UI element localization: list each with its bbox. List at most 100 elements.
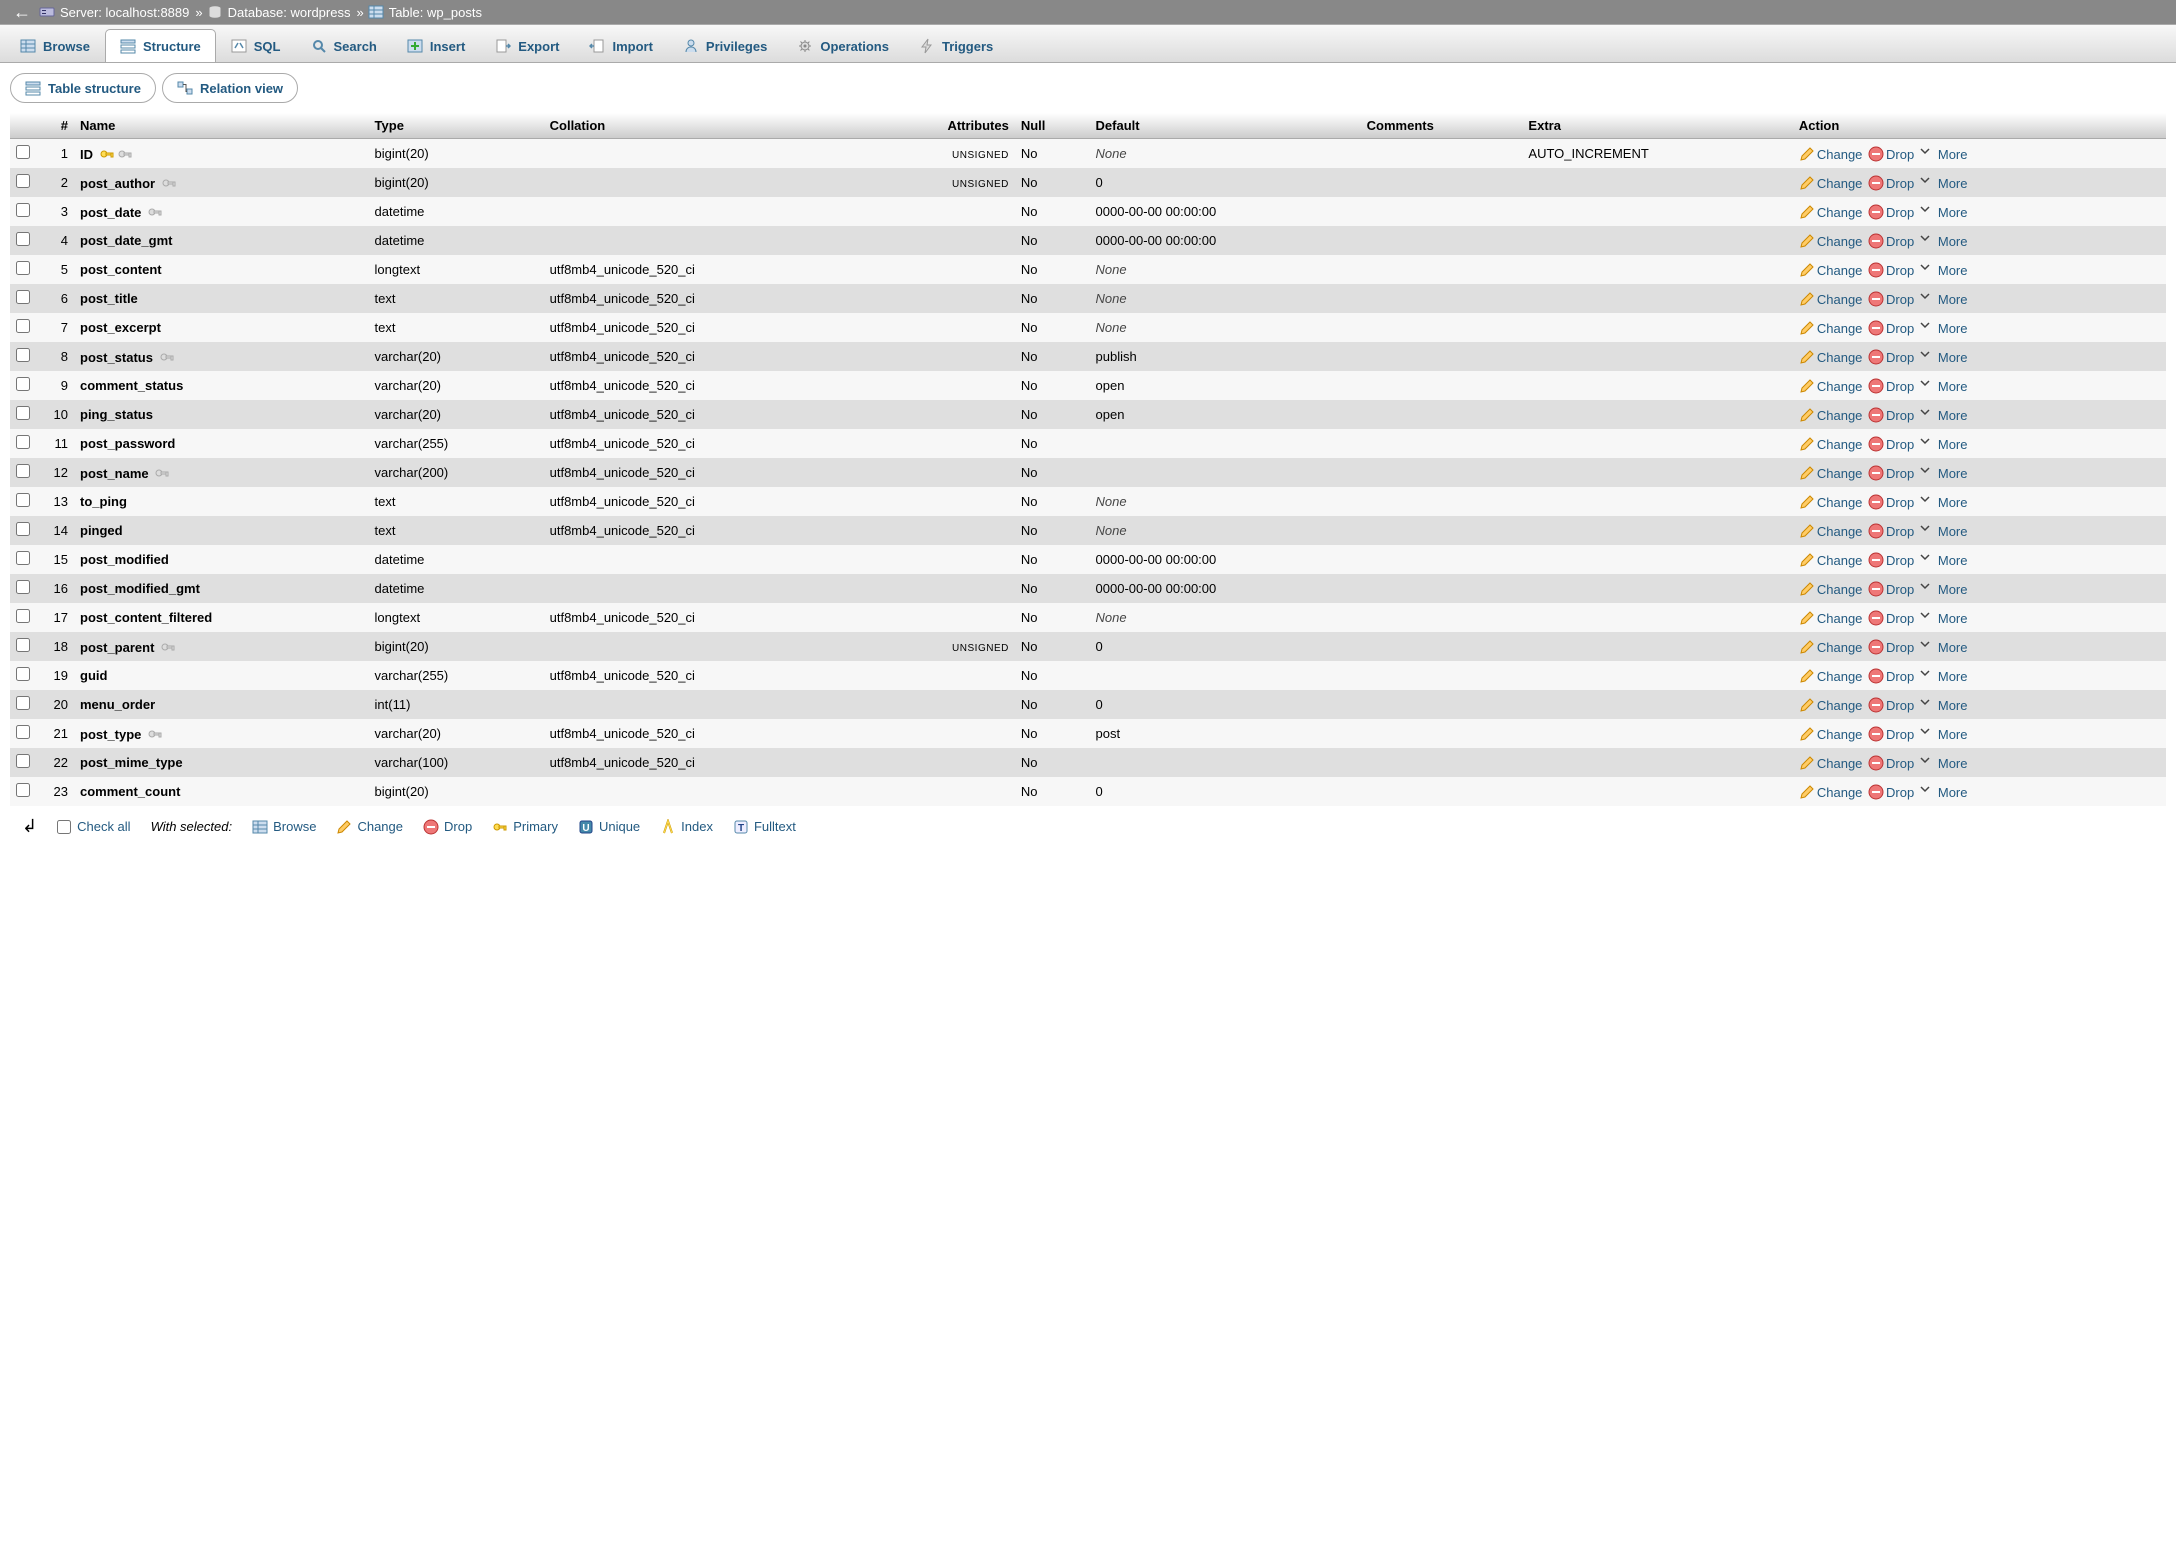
col-name[interactable]: post_status [74, 342, 369, 371]
row-checkbox[interactable] [16, 435, 30, 449]
more-link[interactable]: More [1920, 263, 1968, 278]
th-extra[interactable]: Extra [1522, 113, 1792, 139]
col-name[interactable]: post_parent [74, 632, 369, 661]
more-link[interactable]: More [1920, 176, 1968, 191]
row-checkbox[interactable] [16, 203, 30, 217]
drop-link[interactable]: Drop [1868, 379, 1914, 394]
change-link[interactable]: Change [1799, 669, 1863, 684]
change-link[interactable]: Change [1799, 727, 1863, 742]
col-name[interactable]: post_excerpt [74, 313, 369, 342]
drop-link[interactable]: Drop [1868, 669, 1914, 684]
row-checkbox[interactable] [16, 522, 30, 536]
footer-change[interactable]: Change [336, 819, 403, 835]
change-link[interactable]: Change [1799, 640, 1863, 655]
col-name[interactable]: post_mime_type [74, 748, 369, 777]
row-checkbox[interactable] [16, 493, 30, 507]
more-link[interactable]: More [1920, 205, 1968, 220]
col-name[interactable]: comment_count [74, 777, 369, 806]
change-link[interactable]: Change [1799, 234, 1863, 249]
change-link[interactable]: Change [1799, 408, 1863, 423]
row-checkbox[interactable] [16, 145, 30, 159]
col-name[interactable]: pinged [74, 516, 369, 545]
tab-search[interactable]: Search [296, 29, 392, 62]
more-link[interactable]: More [1920, 698, 1968, 713]
back-button[interactable]: ← [5, 2, 39, 23]
change-link[interactable]: Change [1799, 147, 1863, 162]
col-name[interactable]: post_author [74, 168, 369, 197]
row-checkbox[interactable] [16, 783, 30, 797]
footer-index[interactable]: Index [660, 819, 713, 835]
drop-link[interactable]: Drop [1868, 466, 1914, 481]
more-link[interactable]: More [1920, 234, 1968, 249]
th-name[interactable]: Name [74, 113, 369, 139]
more-link[interactable]: More [1920, 640, 1968, 655]
subtab-table-structure[interactable]: Table structure [10, 73, 156, 103]
subtab-relation-view[interactable]: Relation view [162, 73, 298, 103]
drop-link[interactable]: Drop [1868, 495, 1914, 510]
drop-link[interactable]: Drop [1868, 524, 1914, 539]
col-name[interactable]: menu_order [74, 690, 369, 719]
change-link[interactable]: Change [1799, 698, 1863, 713]
breadcrumb-database[interactable]: Database: wordpress [226, 5, 353, 20]
th-comments[interactable]: Comments [1361, 113, 1523, 139]
row-checkbox[interactable] [16, 261, 30, 275]
col-name[interactable]: to_ping [74, 487, 369, 516]
more-link[interactable]: More [1920, 147, 1968, 162]
breadcrumb-table[interactable]: Table: wp_posts [387, 5, 484, 20]
row-checkbox[interactable] [16, 377, 30, 391]
footer-fulltext[interactable]: T Fulltext [733, 819, 796, 835]
change-link[interactable]: Change [1799, 495, 1863, 510]
change-link[interactable]: Change [1799, 176, 1863, 191]
row-checkbox[interactable] [16, 551, 30, 565]
col-name[interactable]: post_type [74, 719, 369, 748]
more-link[interactable]: More [1920, 437, 1968, 452]
row-checkbox[interactable] [16, 667, 30, 681]
row-checkbox[interactable] [16, 232, 30, 246]
check-all[interactable]: Check all [57, 819, 130, 834]
change-link[interactable]: Change [1799, 582, 1863, 597]
tab-browse[interactable]: Browse [5, 29, 105, 62]
more-link[interactable]: More [1920, 350, 1968, 365]
th-type[interactable]: Type [369, 113, 544, 139]
more-link[interactable]: More [1920, 466, 1968, 481]
row-checkbox[interactable] [16, 348, 30, 362]
th-attributes[interactable]: Attributes [865, 113, 1015, 139]
col-name[interactable]: post_title [74, 284, 369, 313]
row-checkbox[interactable] [16, 174, 30, 188]
th-collation[interactable]: Collation [544, 113, 865, 139]
col-name[interactable]: post_content [74, 255, 369, 284]
drop-link[interactable]: Drop [1868, 234, 1914, 249]
check-all-checkbox[interactable] [57, 820, 71, 834]
more-link[interactable]: More [1920, 756, 1968, 771]
drop-link[interactable]: Drop [1868, 350, 1914, 365]
row-checkbox[interactable] [16, 290, 30, 304]
row-checkbox[interactable] [16, 464, 30, 478]
col-name[interactable]: post_modified_gmt [74, 574, 369, 603]
tab-structure[interactable]: Structure [105, 29, 216, 62]
change-link[interactable]: Change [1799, 379, 1863, 394]
tab-sql[interactable]: SQL [216, 29, 296, 62]
change-link[interactable]: Change [1799, 350, 1863, 365]
row-checkbox[interactable] [16, 638, 30, 652]
change-link[interactable]: Change [1799, 292, 1863, 307]
change-link[interactable]: Change [1799, 553, 1863, 568]
col-name[interactable]: post_date_gmt [74, 226, 369, 255]
drop-link[interactable]: Drop [1868, 205, 1914, 220]
row-checkbox[interactable] [16, 754, 30, 768]
drop-link[interactable]: Drop [1868, 437, 1914, 452]
drop-link[interactable]: Drop [1868, 582, 1914, 597]
drop-link[interactable]: Drop [1868, 292, 1914, 307]
tab-import[interactable]: Import [574, 29, 667, 62]
more-link[interactable]: More [1920, 582, 1968, 597]
footer-unique[interactable]: U Unique [578, 819, 640, 835]
more-link[interactable]: More [1920, 785, 1968, 800]
more-link[interactable]: More [1920, 727, 1968, 742]
drop-link[interactable]: Drop [1868, 727, 1914, 742]
row-checkbox[interactable] [16, 319, 30, 333]
col-name[interactable]: guid [74, 661, 369, 690]
breadcrumb-server[interactable]: Server: localhost:8889 [58, 5, 191, 20]
row-checkbox[interactable] [16, 580, 30, 594]
drop-link[interactable]: Drop [1868, 321, 1914, 336]
more-link[interactable]: More [1920, 292, 1968, 307]
change-link[interactable]: Change [1799, 205, 1863, 220]
